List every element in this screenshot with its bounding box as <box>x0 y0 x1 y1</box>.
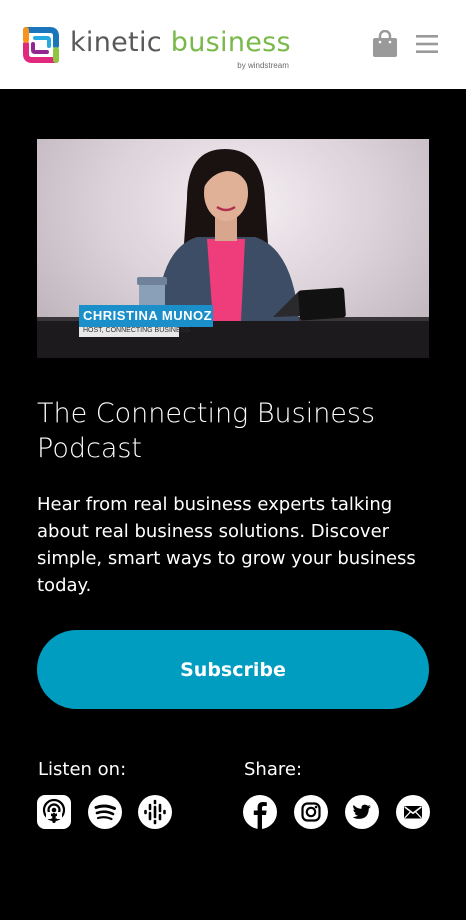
twitter-icon <box>345 795 379 829</box>
video-scene <box>37 149 429 358</box>
podcast-title: The Connecting Business Podcast <box>37 398 376 464</box>
kinetic-logo-mark-icon <box>23 27 59 63</box>
spotify-icon <box>88 795 122 829</box>
apple-podcasts-icon <box>37 795 71 829</box>
instagram-icon <box>294 795 328 829</box>
site-header: kinetic business by windstream <box>0 0 466 89</box>
share-twitter-link[interactable] <box>345 795 379 829</box>
logo-text: kinetic business by windstream <box>70 28 291 71</box>
lower-third-role: HOST, CONNECTING BUSINESS <box>83 327 190 334</box>
share-facebook-link[interactable] <box>243 795 277 829</box>
listen-on-label: Listen on: <box>38 759 127 780</box>
spotify-link[interactable] <box>88 795 122 829</box>
logo-word-kinetic: kinetic <box>70 27 162 58</box>
facebook-icon <box>243 795 277 829</box>
podcast-video-thumbnail[interactable]: CHRISTINA MUNOZ HOST, CONNECTING BUSINES… <box>37 139 429 358</box>
podcast-description: Hear from real business experts talking … <box>37 494 416 596</box>
shopping-bag-icon[interactable] <box>372 30 398 58</box>
share-email-link[interactable] <box>396 795 430 829</box>
kinetic-business-logo[interactable]: kinetic business by windstream <box>20 24 291 71</box>
lower-third-name: CHRISTINA MUNOZ <box>83 308 213 323</box>
share-label: Share: <box>244 759 303 780</box>
google-podcasts-link[interactable] <box>138 795 172 829</box>
email-icon <box>396 795 430 829</box>
hamburger-menu-icon[interactable] <box>416 35 438 53</box>
google-podcasts-icon <box>138 795 172 829</box>
share-instagram-link[interactable] <box>294 795 328 829</box>
logo-wordmark: kinetic business <box>70 28 291 58</box>
logo-byline: by windstream <box>237 61 289 70</box>
logo-word-business: business <box>170 27 291 58</box>
subscribe-button[interactable]: Subscribe <box>37 630 429 709</box>
apple-podcasts-link[interactable] <box>37 795 71 829</box>
